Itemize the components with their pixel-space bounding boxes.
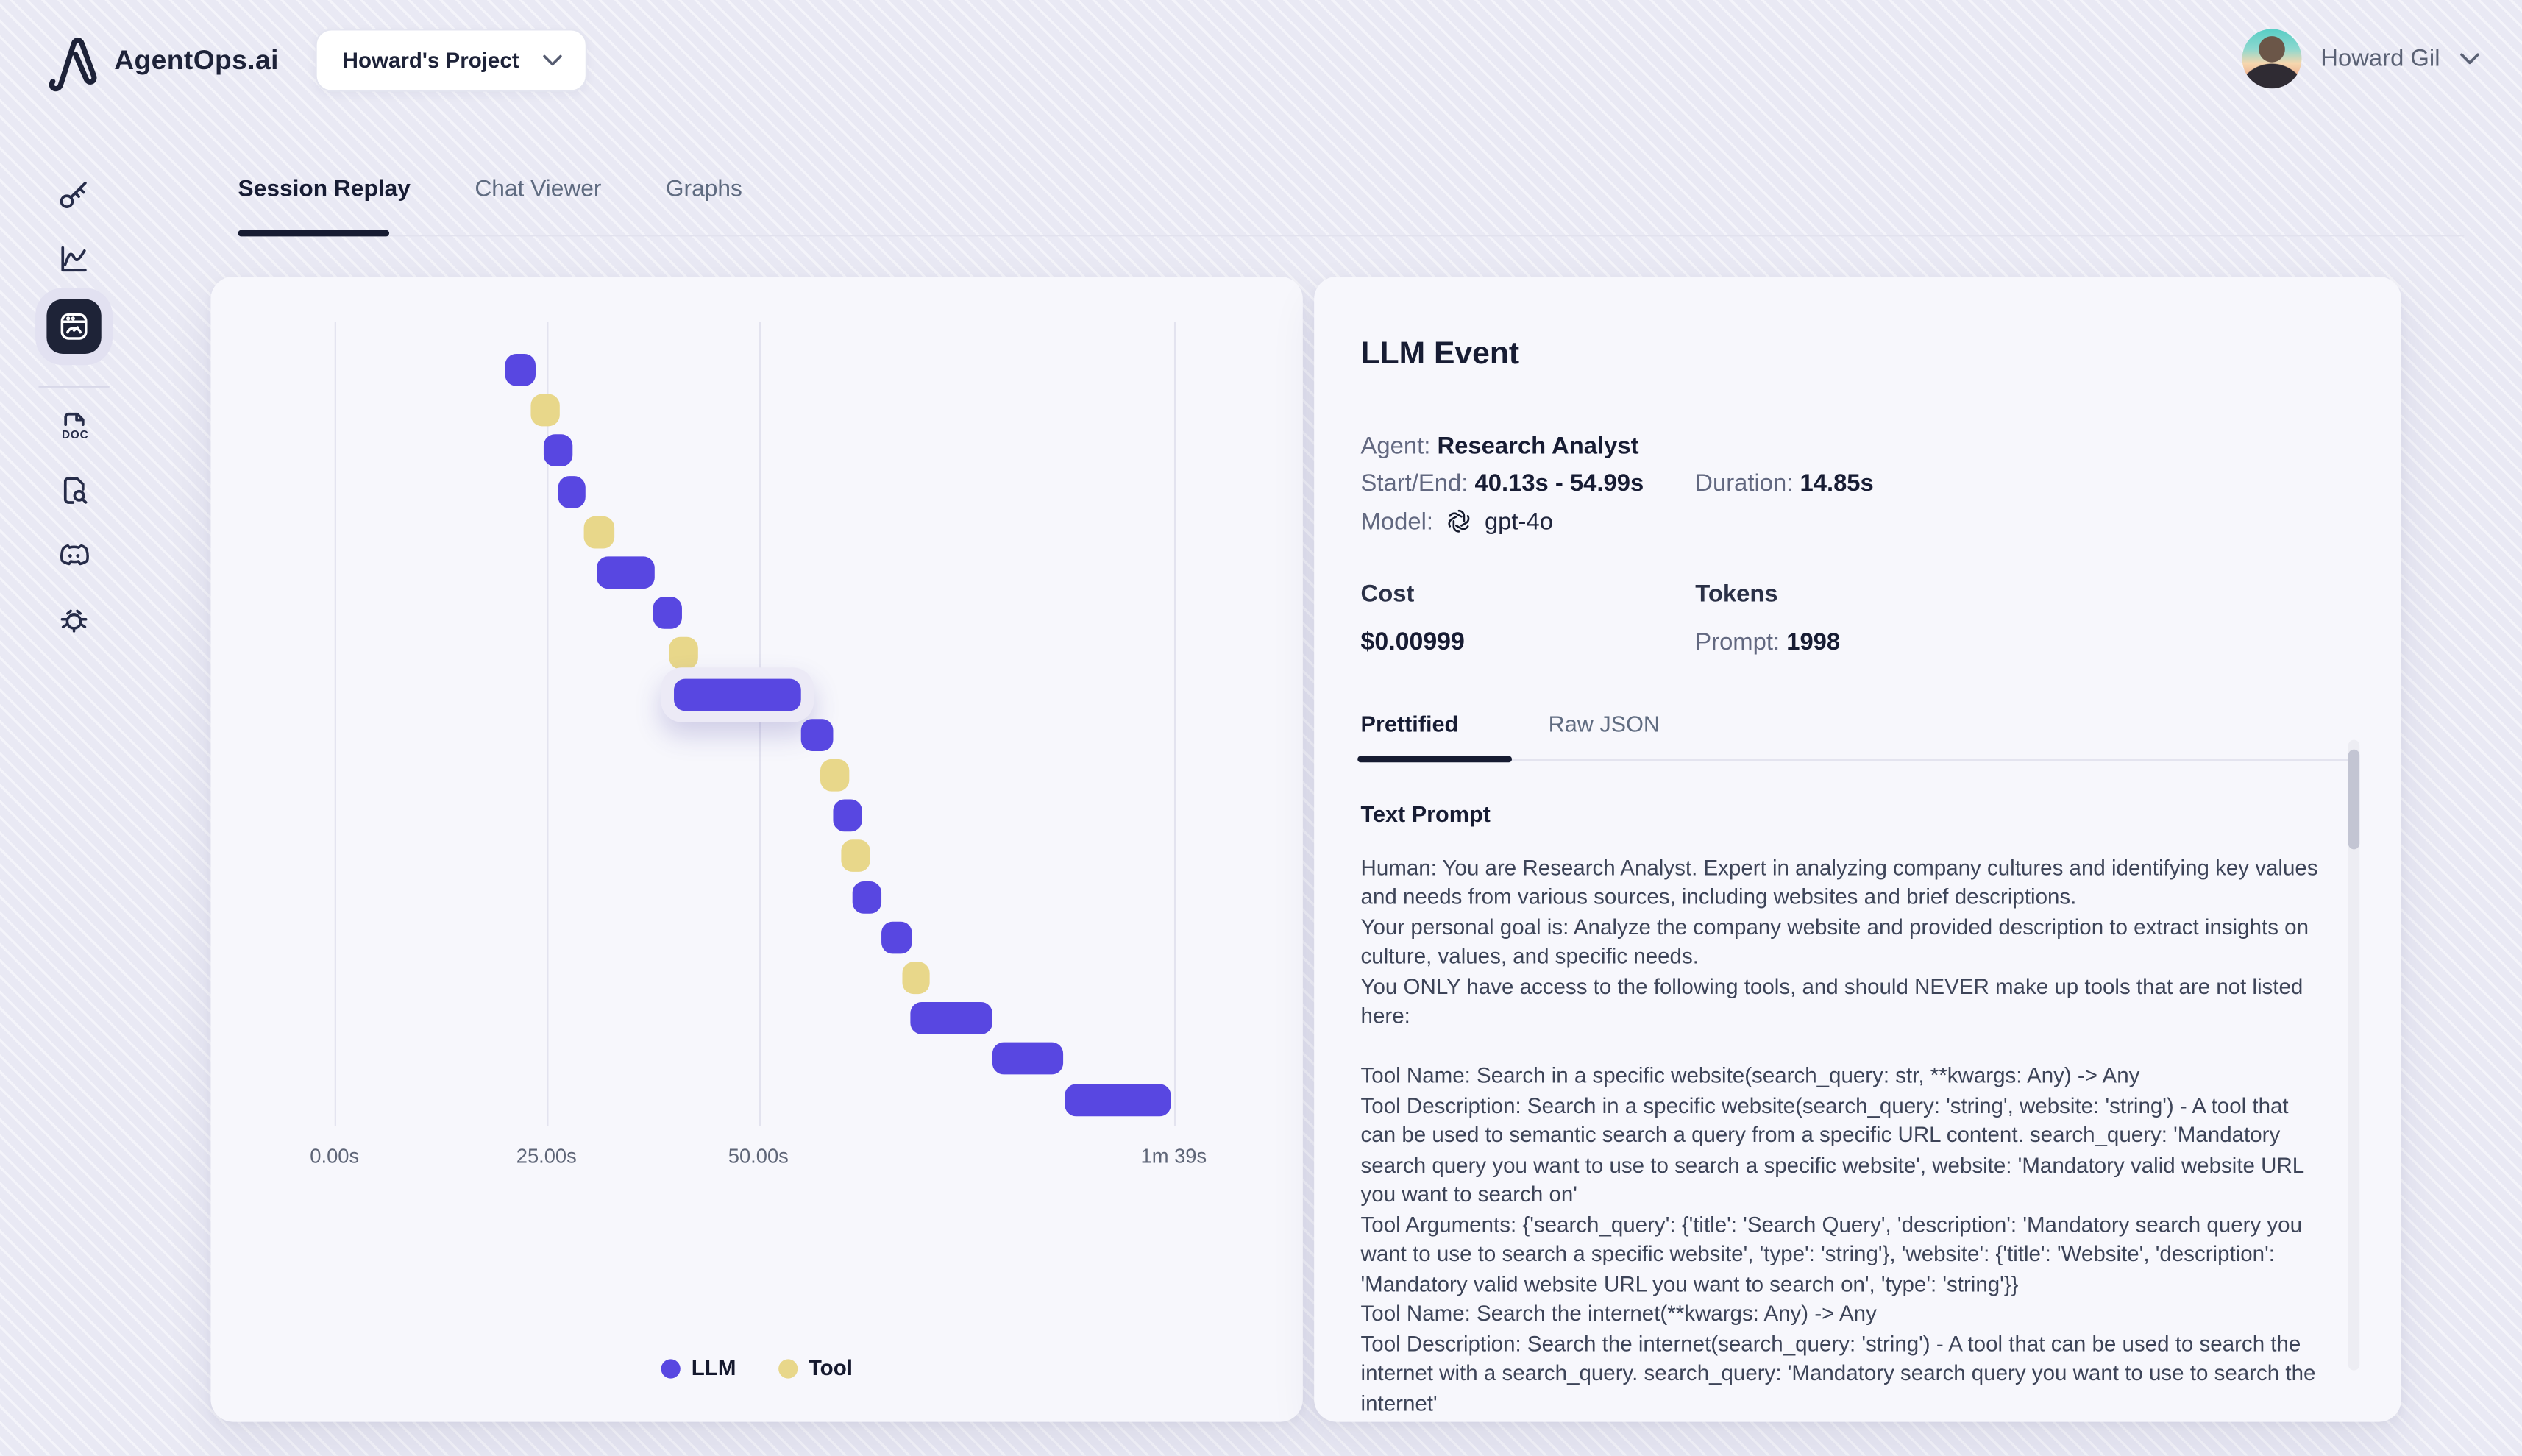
gantt-bar-tool[interactable]: [585, 516, 615, 548]
app-root: AgentOps.ai Howard's Project Howard Gil: [0, 0, 2522, 1456]
project-selector[interactable]: Howard's Project: [315, 29, 586, 91]
main-tabs: Session Replay Chat Viewer Graphs: [238, 177, 742, 202]
key-icon: [57, 177, 92, 212]
user-name: Howard Gil: [2320, 45, 2440, 72]
cost-value: $0.00999: [1361, 629, 1696, 658]
sidebar-item-report-bug[interactable]: [57, 602, 92, 637]
gantt-bar-llm-selected[interactable]: [675, 678, 800, 711]
duration-label: Duration:: [1695, 469, 1793, 497]
event-stats: Cost Tokens $0.00999 Prompt: 1998: [1361, 580, 2356, 658]
sidebar-item-session-replay[interactable]: [46, 299, 101, 354]
prompt-text: Human: You are Research Analyst. Expert …: [1361, 854, 2328, 1427]
brand-name: AgentOps.ai: [114, 45, 279, 77]
agent-label: Agent:: [1361, 433, 1431, 460]
replay-window-icon: [57, 309, 92, 344]
model-row: Model: gpt: [1361, 507, 2356, 536]
avatar: [2242, 29, 2301, 88]
gantt-bar-tool[interactable]: [531, 394, 560, 427]
duration-value: 14.85s: [1800, 469, 1873, 497]
sidebar-item-logs[interactable]: [57, 473, 92, 508]
chevron-down-icon: [2459, 52, 2480, 66]
gantt-bar-llm[interactable]: [653, 597, 682, 629]
sidebar-item-api-keys[interactable]: [57, 177, 92, 212]
legend-item-tool[interactable]: Tool: [778, 1356, 853, 1380]
prompt-tokens-value: 1998: [1786, 629, 1840, 656]
axis-tick-label: 25.00s: [516, 1146, 577, 1168]
tool-legend-dot: [778, 1358, 797, 1377]
llm-legend-dot: [661, 1358, 680, 1377]
cost-header: Cost: [1361, 580, 1696, 608]
tabs-active-indicator: [238, 230, 390, 237]
start-end-row: Start/End: 40.13s - 54.99s: [1361, 469, 1696, 497]
gantt-bar-llm[interactable]: [853, 881, 881, 913]
tab-session-replay[interactable]: Session Replay: [238, 177, 411, 202]
chart-legend: LLM Tool: [210, 1356, 1302, 1380]
tab-chat-viewer[interactable]: Chat Viewer: [475, 177, 601, 202]
svg-text:DOC: DOC: [62, 429, 89, 441]
gantt-bar-llm[interactable]: [558, 475, 586, 508]
agent-row: Agent: Research Analyst: [1361, 433, 2356, 460]
gantt-bar-llm[interactable]: [505, 354, 535, 386]
agentops-logo-icon: [42, 29, 102, 93]
tab-raw-json[interactable]: Raw JSON: [1549, 711, 1660, 736]
line-chart-icon: [57, 241, 92, 277]
prompt-section-title: Text Prompt: [1361, 801, 2356, 827]
user-menu[interactable]: Howard Gil: [2242, 29, 2480, 88]
gantt-bar-llm[interactable]: [800, 719, 833, 751]
top-bar: AgentOps.ai Howard's Project Howard Gil: [0, 0, 2522, 122]
gridline: [335, 322, 336, 1126]
tab-graphs[interactable]: Graphs: [666, 177, 742, 202]
gantt-bar-llm[interactable]: [993, 1043, 1062, 1076]
gantt-bar-llm[interactable]: [543, 435, 572, 467]
chevron-down-icon: [541, 53, 562, 68]
gantt-bar-llm[interactable]: [597, 556, 654, 589]
axis-tick-label: 50.00s: [728, 1146, 789, 1168]
gantt-bar-llm[interactable]: [1065, 1084, 1171, 1116]
gantt-bar-tool[interactable]: [821, 759, 850, 792]
tool-legend-label: Tool: [809, 1356, 853, 1380]
event-meta: Agent: Research Analyst Start/End: 40.13…: [1361, 433, 2356, 536]
brand[interactable]: AgentOps.ai: [42, 29, 279, 93]
prompt-tokens-label: Prompt:: [1695, 629, 1780, 656]
openai-logo-icon: [1444, 507, 1473, 536]
tokens-header: Tokens: [1695, 580, 2356, 608]
gantt-bar-tool[interactable]: [902, 962, 931, 994]
start-end-value: 40.13s - 54.99s: [1474, 469, 1644, 497]
gridline: [759, 322, 760, 1126]
start-end-label: Start/End:: [1361, 469, 1468, 497]
gridline: [1173, 322, 1175, 1126]
gantt-bar-tool[interactable]: [669, 638, 697, 670]
gantt-plot: 0.00s 25.00s 50.00s 1m 39s: [210, 277, 1302, 1422]
agent-value: Research Analyst: [1437, 433, 1638, 460]
gantt-bar-tool[interactable]: [842, 840, 870, 873]
discord-icon: [57, 537, 92, 572]
event-title: LLM Event: [1361, 336, 2356, 373]
sidebar-item-docs[interactable]: DOC: [57, 408, 92, 444]
gantt-bar-llm[interactable]: [882, 921, 912, 953]
session-gantt-panel: 0.00s 25.00s 50.00s 1m 39s LLM Tool: [210, 277, 1302, 1422]
tokens-prompt-row: Prompt: 1998: [1695, 629, 2356, 658]
event-detail-tabs: Prettified Raw JSON: [1361, 711, 2348, 761]
llm-legend-label: LLM: [692, 1356, 736, 1380]
sidebar-item-analytics[interactable]: [57, 241, 92, 277]
bug-icon: [57, 602, 92, 637]
tabs-underline: [238, 235, 2465, 236]
gantt-bar-llm[interactable]: [910, 1002, 993, 1034]
doc-file-icon: DOC: [57, 408, 92, 444]
file-search-icon: [57, 473, 92, 508]
model-value: gpt-4o: [1485, 508, 1553, 535]
gantt-bar-llm[interactable]: [834, 800, 862, 832]
axis-tick-label: 1m 39s: [1141, 1146, 1207, 1168]
sidebar-divider: [38, 386, 109, 388]
sidebar-item-discord[interactable]: [57, 537, 92, 572]
llm-event-panel: LLM Event Agent: Research Analyst Start/…: [1314, 277, 2401, 1422]
duration-row: Duration: 14.85s: [1695, 469, 2356, 497]
legend-item-llm[interactable]: LLM: [661, 1356, 736, 1380]
project-selector-value: Howard's Project: [343, 49, 519, 73]
model-label: Model:: [1361, 508, 1433, 535]
prompt-scrollbar-thumb[interactable]: [2348, 750, 2359, 850]
axis-tick-label: 0.00s: [310, 1146, 359, 1168]
tab-prettified[interactable]: Prettified: [1361, 711, 1459, 736]
